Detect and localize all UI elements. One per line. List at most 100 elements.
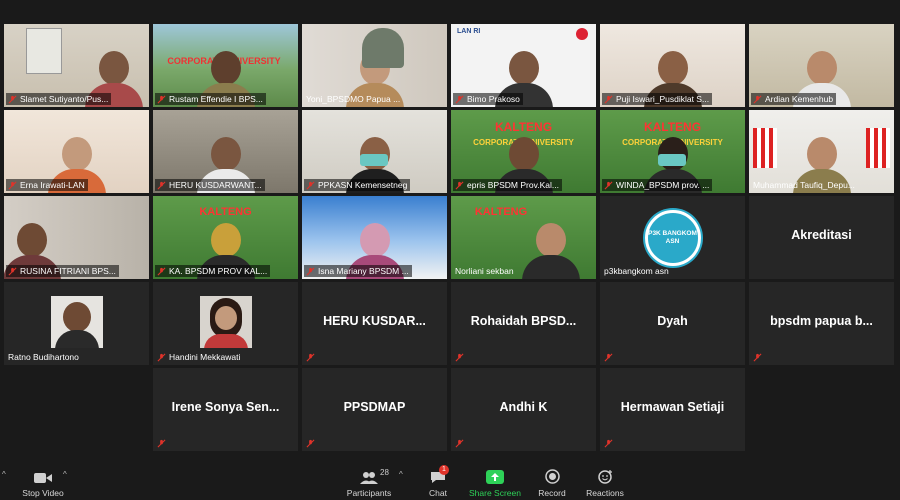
muted-mic-icon (455, 95, 464, 104)
chat-badge: 1 (439, 465, 449, 475)
muted-mic-icon (306, 353, 315, 362)
participant-tile[interactable]: RUSINA FITRIANI BPS... (4, 196, 149, 279)
participant-tile[interactable]: Dyah (600, 282, 745, 365)
participant-tile[interactable]: Isna Mariany BPSDM ... (302, 196, 447, 279)
muted-mic-icon (604, 95, 613, 104)
chevron-up-icon[interactable]: ^ (399, 470, 403, 479)
reactions-label: Reactions (586, 488, 624, 498)
participant-count: 28 (380, 468, 389, 477)
participant-label: WINDA_BPSDM prov. ... (602, 179, 713, 191)
profile-photo (50, 296, 103, 348)
participant-tile[interactable]: HERU KUSDAR... (302, 282, 447, 365)
participant-tile[interactable]: Puji Iswari_Pusdiklat S... (600, 24, 745, 107)
participant-tile[interactable]: Rohaidah BPSD... (451, 282, 596, 365)
muted-mic-icon (8, 95, 17, 104)
participant-label: RUSINA FITRIANI BPS... (6, 265, 119, 277)
chat-button[interactable]: Chat (423, 460, 453, 500)
participant-tile[interactable]: KALTENG KA. BPSDM PROV KAL... (153, 196, 298, 279)
share-screen-button[interactable]: Share Screen (469, 460, 521, 500)
muted-mic-icon (157, 267, 166, 276)
participant-tile[interactable]: HERU KUSDARWANT... (153, 110, 298, 193)
muted-mic-icon (157, 353, 166, 362)
participant-label (453, 438, 470, 449)
participant-tile[interactable]: Hermawan Setiaji (600, 368, 745, 451)
gallery-grid: Slamet Sutiyanto/Pus... CORPORATE UNIVER… (4, 24, 896, 452)
participant-label: Ardian Kemenhub (751, 93, 837, 105)
chevron-up-icon[interactable]: ^ (63, 470, 67, 479)
stop-video-label: Stop Video (22, 488, 64, 498)
participant-tile[interactable]: KALTENG CORPORATE UNIVERSITY WINDA_BPSDM… (600, 110, 745, 193)
reactions-button[interactable]: Reactions (585, 460, 625, 500)
participant-tile[interactable]: KALTENG CORPORATE UNIVERSITY epris BPSDM… (451, 110, 596, 193)
participant-tile[interactable]: PPKASN Kemensetneg (302, 110, 447, 193)
participant-label: Isna Mariany BPSDM ... (304, 265, 412, 277)
muted-mic-icon (455, 181, 464, 190)
participant-label: HERU KUSDARWANT... (155, 179, 265, 191)
participant-tile[interactable]: Erna Irawati-LAN (4, 110, 149, 193)
participant-label: Slamet Sutiyanto/Pus... (6, 93, 112, 105)
participant-tile[interactable]: Handini Mekkawati (153, 282, 298, 365)
participants-label: Participants (346, 488, 392, 498)
record-icon (544, 469, 560, 484)
participant-tile[interactable]: PPSDMAP (302, 368, 447, 451)
muted-mic-icon (157, 95, 166, 104)
chevron-up-icon[interactable]: ^ (2, 470, 6, 479)
participant-label (304, 438, 321, 449)
record-button[interactable]: Record (536, 460, 568, 500)
participant-tile[interactable]: Andhi K (451, 368, 596, 451)
participant-label (602, 352, 619, 363)
participant-tile[interactable]: LAN RI Bimo Prakoso (451, 24, 596, 107)
share-screen-label: Share Screen (469, 488, 521, 498)
participant-tile[interactable]: Ratno Budihartono (4, 282, 149, 365)
meeting-toolbar: ^ Stop Video ^ Participants 28 ^ Chat 1 … (0, 460, 900, 500)
participant-label: Ratno Budihartono (8, 352, 79, 362)
participant-tile[interactable]: KALTENG Norliani sekban (451, 196, 596, 279)
muted-mic-icon (306, 267, 315, 276)
muted-mic-icon (8, 181, 17, 190)
participant-label: Handini Mekkawati (155, 351, 243, 363)
participant-tile[interactable]: bpsdm papua b... (749, 282, 894, 365)
participant-tile[interactable]: Slamet Sutiyanto/Pus... (4, 24, 149, 107)
active-speaker-tile[interactable]: Muhammad Taufiq_Depu... (749, 110, 894, 193)
muted-mic-icon (604, 181, 613, 190)
participant-name: bpsdm papua b... (770, 314, 873, 328)
chat-label: Chat (429, 488, 447, 498)
muted-mic-icon (604, 439, 613, 448)
participant-name: HERU KUSDAR... (323, 314, 426, 328)
participant-label: Erna Irawati-LAN (6, 179, 88, 191)
participant-label: Rustam Effendie I BPS... (155, 93, 266, 105)
participant-label: epris BPSDM Prov.Kal... (453, 179, 562, 191)
participant-name: Andhi K (499, 400, 548, 414)
record-label: Record (538, 488, 566, 498)
participant-tile[interactable]: Ardian Kemenhub (749, 24, 894, 107)
participant-label: Yoni_BPSDMO Papua ... (306, 94, 401, 104)
p3k-bangkom-logo: P3K BANGKOM ASN (644, 210, 701, 266)
participant-tile[interactable]: Akreditasi (749, 196, 894, 279)
participant-label (155, 438, 172, 449)
participant-label (751, 352, 768, 363)
participant-tile[interactable]: Yoni_BPSDMO Papua ... (302, 24, 447, 107)
muted-mic-icon (455, 439, 464, 448)
participant-tile[interactable]: Irene Sonya Sen... (153, 368, 298, 451)
participant-label (304, 352, 321, 363)
video-camera-icon (34, 473, 52, 483)
profile-photo (199, 296, 252, 348)
participant-label (453, 352, 470, 363)
stop-video-button[interactable]: Stop Video (20, 460, 66, 500)
share-screen-icon (486, 470, 504, 484)
participant-tile[interactable]: CORPORATE UNIVERSITY Rustam Effendie I B… (153, 24, 298, 107)
participants-icon (360, 472, 378, 484)
reactions-icon (597, 470, 612, 484)
participant-tile[interactable]: P3K BANGKOM ASN p3kbangkom asn (600, 196, 745, 279)
participants-button[interactable]: Participants (344, 460, 394, 500)
muted-mic-icon (8, 267, 17, 276)
participant-name: PPSDMAP (343, 400, 406, 414)
participant-label: Bimo Prakoso (453, 93, 523, 105)
muted-mic-icon (306, 439, 315, 448)
participant-label (602, 438, 619, 449)
participant-name: Dyah (657, 314, 688, 328)
participant-label: Muhammad Taufiq_Depu... (753, 180, 855, 190)
participant-name: Rohaidah BPSD... (470, 314, 577, 328)
participant-label: PPKASN Kemensetneg (304, 179, 411, 191)
participant-label: KA. BPSDM PROV KAL... (155, 265, 271, 277)
